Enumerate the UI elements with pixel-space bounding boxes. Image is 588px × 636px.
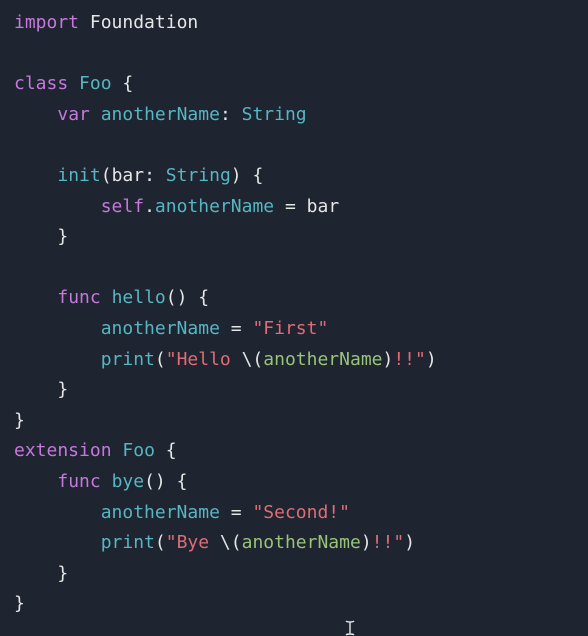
code-token — [112, 440, 123, 461]
code-token — [101, 287, 112, 308]
code-token: "Second!" — [252, 502, 350, 523]
code-token: ( — [155, 349, 166, 370]
code-token: } — [14, 410, 25, 431]
code-token — [14, 471, 57, 492]
code-token: !!" — [372, 532, 405, 553]
code-token — [79, 12, 90, 33]
code-token: "First" — [252, 318, 328, 339]
code-token: bar — [112, 165, 145, 186]
code-token — [14, 502, 101, 523]
code-line: var anotherName: String — [14, 104, 307, 125]
code-token: func — [57, 471, 100, 492]
code-token: anotherName — [155, 196, 274, 217]
code-line: anotherName = "Second!" — [14, 502, 350, 523]
code-token — [14, 196, 101, 217]
code-token: anotherName — [242, 532, 361, 553]
code-line: print("Bye \(anotherName)!!") — [14, 532, 415, 553]
code-token — [14, 165, 57, 186]
code-token: ) — [426, 349, 437, 370]
code-token: ) { — [231, 165, 264, 186]
code-line: func bye() { — [14, 471, 187, 492]
code-token: print — [101, 532, 155, 553]
code-token: class — [14, 73, 68, 94]
code-token: = — [220, 318, 253, 339]
code-token: \( — [242, 349, 264, 370]
code-token: bar — [307, 196, 340, 217]
code-line: self.anotherName = bar — [14, 196, 339, 217]
code-token: } — [14, 226, 68, 247]
code-token: hello — [112, 287, 166, 308]
code-token: init — [57, 165, 100, 186]
code-token: ) — [361, 532, 372, 553]
code-token: func — [57, 287, 100, 308]
code-line: } — [14, 593, 25, 614]
code-line: import Foundation — [14, 12, 198, 33]
code-token: () { — [166, 287, 209, 308]
code-token — [112, 73, 123, 94]
code-token: ) — [383, 349, 394, 370]
code-token — [14, 349, 101, 370]
code-token — [68, 73, 79, 94]
code-block: import Foundation class Foo { var anothe… — [14, 8, 574, 620]
code-token: Foundation — [90, 12, 198, 33]
code-line: } — [14, 563, 68, 584]
code-token: ( — [155, 532, 166, 553]
code-token: anotherName — [263, 349, 382, 370]
code-token: anotherName — [101, 318, 220, 339]
code-line: extension Foo { — [14, 440, 177, 461]
code-token — [14, 104, 57, 125]
code-token: String — [166, 165, 231, 186]
code-token — [14, 318, 101, 339]
code-token: var — [57, 104, 90, 125]
code-token: () { — [144, 471, 187, 492]
code-token: ( — [101, 165, 112, 186]
code-token: } — [14, 563, 68, 584]
code-token: anotherName — [101, 502, 220, 523]
code-token — [14, 287, 57, 308]
code-line: print("Hello \(anotherName)!!") — [14, 349, 437, 370]
text-cursor-icon — [344, 620, 356, 636]
code-token: Foo — [79, 73, 112, 94]
code-token: Foo — [122, 440, 155, 461]
code-token: { — [122, 73, 133, 94]
code-token: "Bye — [166, 532, 220, 553]
code-token — [14, 532, 101, 553]
code-line: } — [14, 226, 68, 247]
code-token: print — [101, 349, 155, 370]
code-token: import — [14, 12, 79, 33]
code-token: !!" — [393, 349, 426, 370]
code-token: \( — [220, 532, 242, 553]
code-line: anotherName = "First" — [14, 318, 328, 339]
code-line: class Foo { — [14, 73, 133, 94]
code-line: } — [14, 379, 68, 400]
code-token — [90, 104, 101, 125]
code-token: self — [101, 196, 144, 217]
code-token — [101, 471, 112, 492]
code-token: { — [155, 440, 177, 461]
code-token: anotherName — [101, 104, 220, 125]
code-line: init(bar: String) { — [14, 165, 263, 186]
code-token: extension — [14, 440, 112, 461]
code-token: String — [242, 104, 307, 125]
code-token: bye — [112, 471, 145, 492]
code-token: : — [220, 104, 242, 125]
code-token: } — [14, 593, 25, 614]
code-token: : — [144, 165, 166, 186]
code-token: } — [14, 379, 68, 400]
code-token: ) — [404, 532, 415, 553]
code-token: = — [274, 196, 307, 217]
code-line: func hello() { — [14, 287, 209, 308]
code-token: "Hello — [166, 349, 242, 370]
code-token: = — [220, 502, 253, 523]
code-line: } — [14, 410, 25, 431]
code-token: . — [144, 196, 155, 217]
